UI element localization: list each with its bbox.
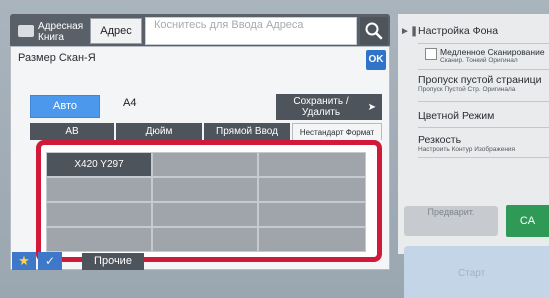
auto-button[interactable]: Авто: [30, 95, 100, 118]
custom-size-cell[interactable]: [258, 202, 366, 227]
panel-expand-icon[interactable]: ►❚: [400, 26, 418, 37]
save-delete-label: Сохранить /Удалить: [293, 96, 349, 118]
search-button[interactable]: [360, 17, 388, 45]
right-panel-item-skip-blank[interactable]: Пропуск пустой страници Пропуск Пустой С…: [418, 70, 549, 102]
address-book-button[interactable]: Адресная Книга: [14, 17, 90, 45]
right-panel-item-title: Пропуск пустой страници: [418, 74, 542, 86]
search-icon: [365, 22, 383, 40]
favorites-button[interactable]: ★: [12, 252, 36, 270]
custom-size-cell[interactable]: [46, 177, 152, 202]
address-input[interactable]: Коснитесь для Ввода Адреса: [145, 17, 357, 45]
custom-size-cell[interactable]: [46, 227, 152, 252]
right-panel-item-subtitle: Сканир. Тонкий Оригинал: [440, 57, 518, 64]
tab-ab[interactable]: AB: [30, 123, 114, 140]
save-delete-button[interactable]: Сохранить /Удалить ➤: [276, 94, 382, 120]
right-panel-item-background[interactable]: Настройка Фона: [418, 20, 549, 44]
tab-custom-size[interactable]: Нестандарт Формат: [292, 123, 382, 140]
address-book-icon: [18, 25, 34, 37]
screen: Адресная Книга Адрес Коснитесь для Ввода…: [0, 0, 549, 298]
check-icon: ✓: [44, 254, 56, 268]
current-size-value: A4: [123, 97, 137, 109]
custom-size-cell[interactable]: [152, 202, 258, 227]
dialog-title: Размер Скан-Я: [18, 52, 96, 64]
tab-inch[interactable]: Дюйм: [116, 123, 202, 140]
custom-size-cell[interactable]: [258, 177, 366, 202]
custom-size-cell[interactable]: [152, 227, 258, 252]
ok-button[interactable]: OK: [366, 50, 386, 70]
start-button[interactable]: Старт: [404, 246, 549, 298]
right-panel-item-color-mode[interactable]: Цветной Режим: [418, 102, 549, 128]
clear-all-button[interactable]: CA: [506, 205, 549, 237]
address-book-label: Адресная Книга: [38, 21, 84, 43]
arrow-right-icon: ➤: [367, 102, 376, 113]
right-panel-item-title: Цветной Режим: [418, 110, 495, 122]
custom-size-cell[interactable]: [152, 177, 258, 202]
custom-size-cell[interactable]: [258, 152, 366, 177]
custom-size-cell[interactable]: [152, 152, 258, 177]
right-panel-item-slow-scan[interactable]: Медленное Сканирование Сканир. Тонкий Ор…: [418, 44, 549, 70]
right-panel-item-subtitle: Настроить Контур Изображения: [418, 146, 516, 153]
star-icon: ★: [18, 253, 30, 268]
address-button[interactable]: Адрес: [90, 18, 142, 44]
custom-size-cell[interactable]: [258, 227, 366, 252]
other-button[interactable]: Прочие: [82, 253, 144, 270]
preview-button[interactable]: Предварит.: [404, 206, 498, 236]
right-panel-item-title: Медленное Сканирование: [440, 47, 545, 57]
check-button[interactable]: ✓: [38, 252, 62, 270]
custom-size-cell[interactable]: X420 Y297: [46, 152, 152, 177]
right-panel-item-title: Настройка Фона: [418, 25, 499, 37]
tab-direct-input[interactable]: Прямой Ввод: [204, 123, 290, 140]
custom-size-cell[interactable]: [46, 202, 152, 227]
right-panel-item-title: Резкость: [418, 134, 462, 146]
right-panel-item-subtitle: Пропуск Пустой Стр. Оригинала: [418, 86, 516, 93]
right-panel-item-sharpness[interactable]: Резкость Настроить Контур Изображения: [418, 128, 549, 158]
